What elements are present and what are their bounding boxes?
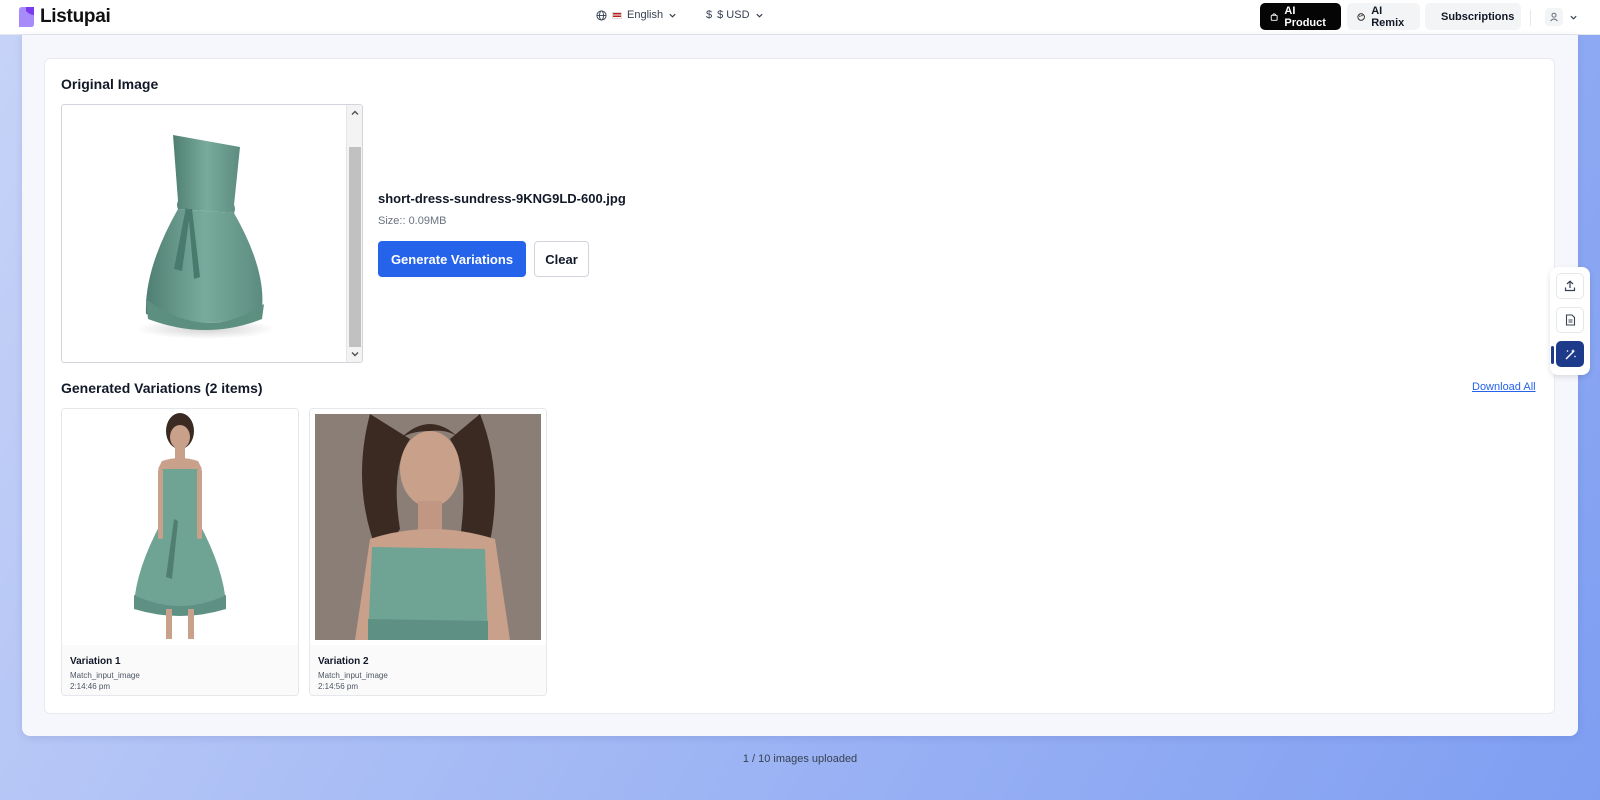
variation-card[interactable]: Variation 2 Match_input_image 2:14:56 pm bbox=[309, 408, 547, 696]
globe-icon bbox=[596, 9, 607, 21]
palette-icon bbox=[1357, 12, 1365, 21]
dollar-icon: $ bbox=[706, 9, 713, 21]
currency-label: $ USD bbox=[717, 9, 750, 21]
us-flag-icon bbox=[612, 11, 622, 19]
logo-text: Listupai bbox=[40, 6, 111, 27]
chevron-down-icon bbox=[669, 13, 676, 18]
divider bbox=[1530, 10, 1531, 26]
generate-variations-button[interactable]: Generate Variations bbox=[378, 241, 526, 277]
variation-image bbox=[62, 409, 298, 645]
file-name: short-dress-sundress-9KNG9LD-600.jpg bbox=[378, 191, 626, 206]
upload-icon bbox=[1564, 280, 1576, 292]
magic-wand-tool-button[interactable] bbox=[1556, 341, 1584, 367]
nav-ai-remix-button[interactable]: AI Remix bbox=[1347, 3, 1420, 30]
user-menu[interactable] bbox=[1545, 8, 1578, 26]
variation-card[interactable]: Variation 1 Match_input_image 2:14:46 pm bbox=[61, 408, 299, 696]
document-tool-button[interactable] bbox=[1556, 307, 1584, 333]
logo-icon bbox=[16, 6, 36, 28]
scroll-down-icon[interactable] bbox=[350, 349, 360, 359]
image-scrollbar[interactable] bbox=[346, 105, 362, 362]
upload-tool-button[interactable] bbox=[1556, 273, 1584, 299]
file-size: Size:: 0.09MB bbox=[378, 215, 447, 227]
variation-time: 2:14:56 pm bbox=[318, 682, 359, 691]
side-toolbar bbox=[1550, 267, 1590, 375]
variation-mode: Match_input_image bbox=[70, 671, 140, 680]
original-image-title: Original Image bbox=[61, 76, 159, 92]
variation-image bbox=[310, 409, 546, 645]
currency-selector[interactable]: $ $ USD bbox=[706, 9, 764, 21]
chevron-down-icon bbox=[755, 13, 763, 18]
clear-button[interactable]: Clear bbox=[534, 241, 589, 277]
generated-variations-title: Generated Variations (2 items) bbox=[61, 380, 263, 396]
nav-ai-product-label: AI Product bbox=[1284, 4, 1326, 29]
scroll-thumb[interactable] bbox=[349, 147, 361, 347]
document-icon bbox=[1565, 314, 1575, 326]
nav-ai-remix-label: AI Remix bbox=[1371, 4, 1405, 29]
chevron-down-icon bbox=[1570, 15, 1577, 20]
variation-title: Variation 2 bbox=[318, 656, 369, 667]
user-icon bbox=[1550, 12, 1558, 22]
logo[interactable]: Listupai bbox=[16, 6, 111, 28]
variation-mode: Match_input_image bbox=[318, 671, 388, 680]
magic-wand-icon bbox=[1565, 348, 1576, 359]
language-selector[interactable]: English bbox=[596, 9, 677, 21]
bag-icon bbox=[1270, 12, 1278, 21]
original-image bbox=[66, 109, 344, 360]
variation-time: 2:14:46 pm bbox=[70, 682, 111, 691]
nav-subscriptions-label: Subscriptions bbox=[1441, 10, 1515, 23]
scroll-up-icon[interactable] bbox=[350, 108, 360, 118]
active-tool-indicator bbox=[1551, 346, 1554, 364]
language-label: English bbox=[627, 9, 664, 21]
nav-ai-product-button[interactable]: AI Product bbox=[1260, 3, 1341, 30]
original-image-viewer[interactable] bbox=[61, 104, 363, 363]
download-all-link[interactable]: Download All bbox=[1472, 381, 1536, 393]
upload-status: 1 / 10 images uploaded bbox=[742, 753, 858, 765]
nav-subscriptions-button[interactable]: Subscriptions bbox=[1425, 3, 1521, 30]
avatar bbox=[1545, 8, 1563, 26]
top-navbar: Listupai English $ $ USD AI Product AI R… bbox=[0, 0, 1600, 35]
variation-title: Variation 1 bbox=[70, 656, 121, 667]
